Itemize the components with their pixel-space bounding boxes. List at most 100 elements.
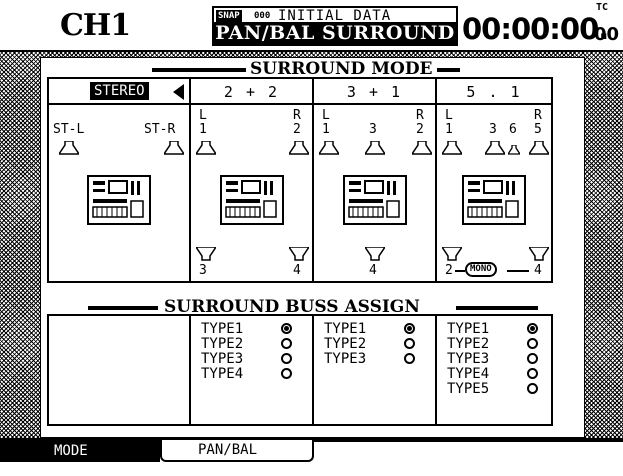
letter-r: R: [293, 108, 301, 123]
radio-button[interactable]: [281, 368, 292, 379]
radio-button-selected[interactable]: [404, 323, 415, 334]
speaker-icon: [412, 141, 432, 155]
rear-speaker-icon: [442, 247, 462, 261]
radio-button[interactable]: [527, 383, 538, 394]
letter-l: L: [322, 108, 330, 123]
speaker-icon: [59, 141, 79, 155]
channel-1: 1: [322, 122, 330, 137]
channel-4: 4: [369, 263, 377, 278]
buss-5-1-type5[interactable]: TYPE5: [447, 381, 489, 397]
mixer-console-icon: [220, 175, 284, 225]
channel-3: 3: [199, 263, 207, 278]
channel-2: 2: [445, 263, 453, 278]
buss-2-2-type3[interactable]: TYPE3: [201, 351, 243, 367]
rear-speaker-icon: [289, 247, 309, 261]
screen: CH1 SNAP 000 INITIAL_DATA PAN/BAL SURROU…: [0, 0, 623, 476]
stereo-button[interactable]: STEREO: [90, 82, 149, 100]
surround-mode-title: SURROUND MODE: [246, 60, 437, 78]
radio-button[interactable]: [404, 353, 415, 364]
mono-link-line: [507, 270, 529, 272]
buss-5-1-type4[interactable]: TYPE4: [447, 366, 489, 382]
channel-6: 6: [509, 122, 517, 137]
speaker-icon: [289, 141, 309, 155]
buss-2-2-type4[interactable]: TYPE4: [201, 366, 243, 382]
speaker-icon: [164, 141, 184, 155]
mixer-console-icon: [343, 175, 407, 225]
letter-r: R: [416, 108, 424, 123]
buss-3-1-type2[interactable]: TYPE2: [324, 336, 366, 352]
timecode-display: 00:00:00.: [462, 12, 609, 46]
radio-button[interactable]: [404, 338, 415, 349]
speaker-icon: [485, 141, 505, 155]
channel-4: 4: [293, 263, 301, 278]
title-rule-left: [152, 68, 247, 72]
channel-1: 1: [199, 122, 207, 137]
mono-badge[interactable]: MONO: [465, 262, 497, 277]
speaker-icon: [442, 141, 462, 155]
rear-speaker-icon: [196, 247, 216, 261]
buss-assign-table: TYPE1 TYPE2 TYPE3 TYPE4 TYPE1 TYPE2 TYPE…: [47, 314, 553, 426]
mode-stereo[interactable]: STEREO ST-L ST-R: [49, 79, 189, 281]
tab-bar-rule: [314, 440, 623, 442]
snapshot-number: 000: [254, 11, 271, 21]
buss-5-1-type3[interactable]: TYPE3: [447, 351, 489, 367]
timecode-frames: 00: [594, 24, 620, 45]
title-rule-left: [88, 306, 158, 310]
radio-button[interactable]: [281, 338, 292, 349]
speaker-icon: [365, 141, 385, 155]
snapshot-badge: SNAP: [216, 10, 242, 22]
radio-button[interactable]: [527, 368, 538, 379]
surround-mode-table: STEREO ST-L ST-R 2 + 2 L 1 R 2 3 4 3 + 1…: [47, 77, 553, 283]
selected-arrow-icon: [173, 84, 184, 100]
tab-mode[interactable]: MODE: [0, 440, 160, 462]
letter-l: L: [445, 108, 453, 123]
col-divider-3: [435, 316, 437, 424]
buss-2-2-type1[interactable]: TYPE1: [201, 321, 243, 337]
subwoofer-icon: [508, 145, 520, 155]
channel-1: 1: [445, 122, 453, 137]
channel-3: 3: [489, 122, 497, 137]
channel-5: 5: [534, 122, 542, 137]
channel-label: CH1: [60, 8, 131, 43]
mode-5-1[interactable]: 5 . 1 L 1 3 6 R 5 2 MONO 4: [437, 79, 551, 281]
mono-link-line: [455, 270, 465, 272]
col-divider-1: [189, 316, 191, 424]
screen-title: PAN/BAL SURROUND: [214, 22, 456, 44]
channel-3: 3: [369, 122, 377, 137]
letter-l: L: [199, 108, 207, 123]
tab-pan-bal[interactable]: PAN/BAL: [160, 440, 314, 462]
radio-button[interactable]: [527, 353, 538, 364]
mode-5-1-label: 5 . 1: [466, 83, 522, 101]
mode-2-2-label: 2 + 2: [223, 83, 280, 101]
speaker-icon: [529, 141, 549, 155]
main-area: SURROUND MODE STEREO ST-L ST-R 2 + 2 L 1…: [0, 52, 623, 440]
mixer-console-icon: [87, 175, 151, 225]
mode-2-2[interactable]: 2 + 2 L 1 R 2 3 4: [191, 79, 312, 281]
radio-button-selected[interactable]: [527, 323, 538, 334]
tab-bar: MODE PAN/BAL: [0, 440, 623, 476]
radio-button[interactable]: [527, 338, 538, 349]
radio-button[interactable]: [281, 353, 292, 364]
rear-speaker-icon: [365, 247, 385, 261]
col-divider-2: [312, 316, 314, 424]
buss-2-2-type2[interactable]: TYPE2: [201, 336, 243, 352]
stereo-left-label: ST-L: [53, 122, 85, 137]
buss-3-1-type1[interactable]: TYPE1: [324, 321, 366, 337]
speaker-icon: [196, 141, 216, 155]
channel-2: 2: [293, 122, 301, 137]
rear-speaker-icon: [529, 247, 549, 261]
channel-4: 4: [534, 263, 542, 278]
channel-2: 2: [416, 122, 424, 137]
buss-3-1-type3[interactable]: TYPE3: [324, 351, 366, 367]
mixer-console-icon: [462, 175, 526, 225]
title-rule-right: [456, 306, 538, 310]
stereo-right-label: ST-R: [144, 122, 176, 137]
snapshot-box: SNAP 000 INITIAL_DATA PAN/BAL SURROUND: [212, 6, 458, 46]
radio-button-selected[interactable]: [281, 323, 292, 334]
mode-3-1[interactable]: 3 + 1 L 1 3 R 2 4: [314, 79, 435, 281]
buss-5-1-type1[interactable]: TYPE1: [447, 321, 489, 337]
header-bar: CH1 SNAP 000 INITIAL_DATA PAN/BAL SURROU…: [0, 0, 623, 52]
speaker-icon: [319, 141, 339, 155]
mode-3-1-label: 3 + 1: [346, 83, 403, 101]
buss-5-1-type2[interactable]: TYPE2: [447, 336, 489, 352]
